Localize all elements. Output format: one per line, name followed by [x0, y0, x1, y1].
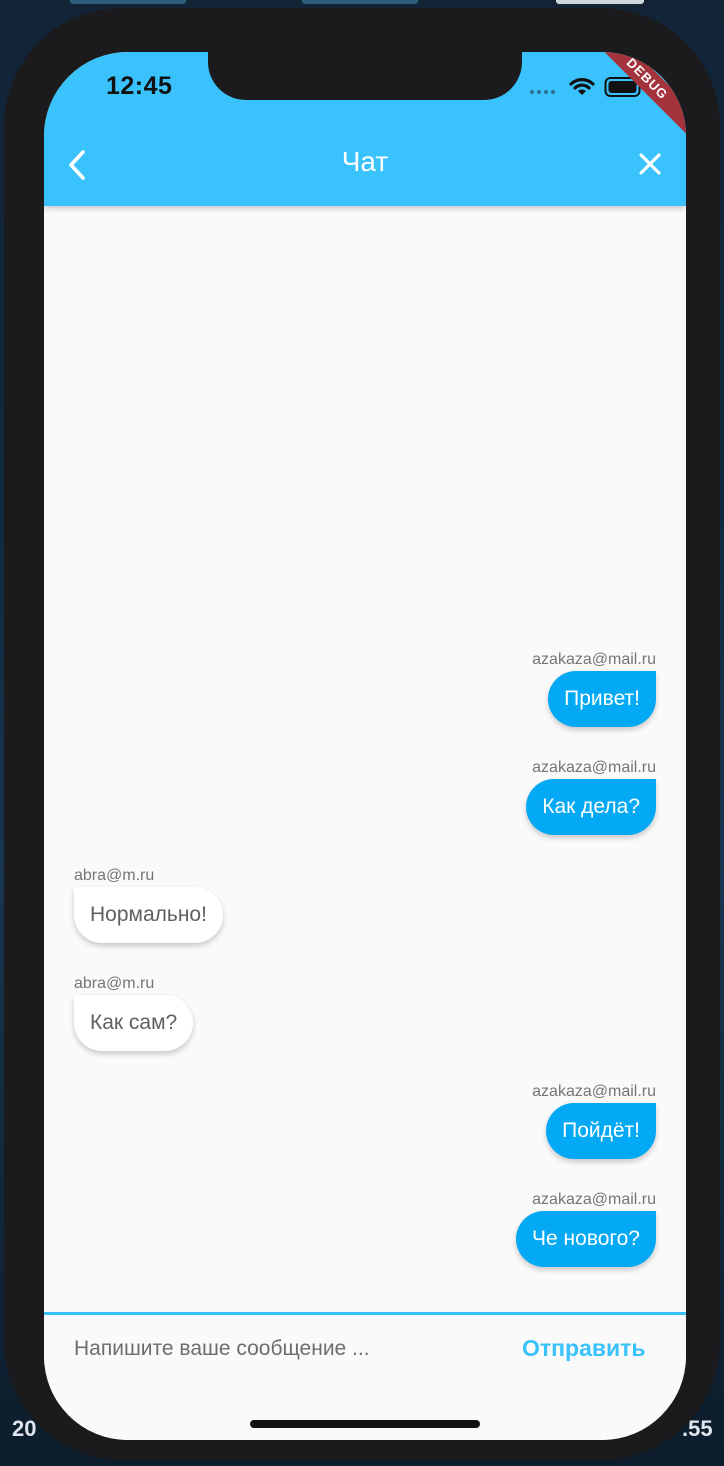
- message-item: azakaza@mail.ru Как дела?: [526, 758, 656, 835]
- message-list[interactable]: azakaza@mail.ru Привет! azakaza@mail.ru …: [44, 206, 686, 1312]
- status-time: 12:45: [106, 72, 173, 100]
- cellular-signal-icon: [530, 90, 555, 94]
- message-bubble: Че нового?: [516, 1211, 656, 1267]
- message-sender: azakaza@mail.ru: [532, 1191, 656, 1208]
- message-bubble: Привет!: [548, 671, 656, 727]
- phone-frame: 12:45 DEBUG Чат azakaza@mail.ru Привет! …: [4, 8, 720, 1460]
- message-sender: abra@m.ru: [74, 867, 155, 884]
- message-item: abra@m.ru Как сам?: [74, 974, 194, 1051]
- app-screen: 12:45 DEBUG Чат azakaza@mail.ru Привет! …: [44, 52, 686, 1440]
- debug-banner: DEBUG: [586, 52, 686, 152]
- message-item: azakaza@mail.ru Че нового?: [516, 1190, 656, 1267]
- message-sender: azakaza@mail.ru: [532, 759, 656, 776]
- app-bar: 12:45 DEBUG Чат: [44, 52, 686, 206]
- message-input[interactable]: [74, 1337, 494, 1361]
- send-button[interactable]: Отправить: [522, 1335, 646, 1362]
- message-item: azakaza@mail.ru Привет!: [532, 650, 656, 727]
- message-bubble: Как сам?: [74, 995, 194, 1051]
- message-sender: abra@m.ru: [74, 975, 155, 992]
- background-tab: [70, 0, 186, 4]
- background-tab: [302, 0, 418, 4]
- message-sender: azakaza@mail.ru: [532, 651, 656, 668]
- message-bubble: Пойдёт!: [546, 1103, 656, 1159]
- close-icon[interactable]: [638, 152, 662, 176]
- message-sender: azakaza@mail.ru: [532, 1083, 656, 1100]
- message-item: azakaza@mail.ru Пойдёт!: [532, 1082, 656, 1159]
- message-item: abra@m.ru Нормально!: [74, 866, 223, 943]
- device-notch: [208, 52, 522, 100]
- background-tab: [556, 0, 644, 4]
- message-bubble: Как дела?: [526, 779, 656, 835]
- home-indicator[interactable]: [250, 1420, 480, 1428]
- message-bubble: Нормально!: [74, 887, 223, 943]
- debug-banner-label: DEBUG: [586, 52, 686, 140]
